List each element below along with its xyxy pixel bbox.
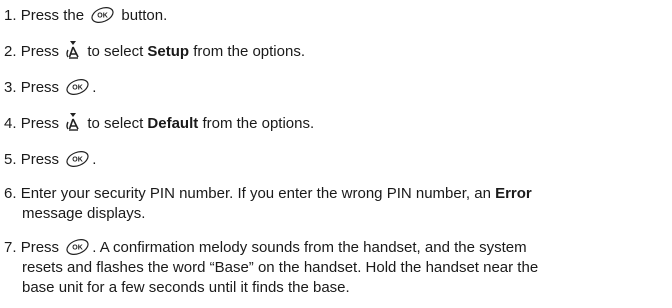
step-text: Press <box>20 79 60 96</box>
step-text: Press <box>20 43 60 60</box>
nav-down-icon <box>66 113 79 131</box>
ok-button-icon: OK <box>66 78 89 95</box>
svg-text:OK: OK <box>97 12 108 19</box>
ok-button-icon: OK <box>91 6 114 23</box>
step-text: . <box>92 79 97 96</box>
step-text: button. <box>121 7 168 24</box>
step-6: 6. Enter your security PIN number. If yo… <box>4 184 670 224</box>
step-number: 6. <box>4 185 17 202</box>
svg-text:OK: OK <box>72 156 83 163</box>
step-text: Press <box>20 151 60 168</box>
step-text: . <box>92 151 97 168</box>
step-option: Error <box>495 185 532 202</box>
ok-button-icon: OK <box>66 150 89 167</box>
nav-down-icon <box>66 41 79 59</box>
step-text: to select <box>87 43 144 60</box>
step-5: 5. Press OK . <box>4 150 670 170</box>
step-text: Enter your security PIN number. If you e… <box>20 185 491 202</box>
step-number: 3. <box>4 79 17 96</box>
step-text: from the options. <box>193 43 305 60</box>
step-number: 2. <box>4 43 17 60</box>
step-text: to select <box>87 115 144 132</box>
step-number: 1. <box>4 7 17 24</box>
step-option: Setup <box>147 43 190 60</box>
step-text: Press the <box>20 7 85 24</box>
step-text: Press <box>20 115 60 132</box>
step-text-continued: resets and flashes the word “Base” on th… <box>22 259 539 276</box>
step-number: 5. <box>4 151 17 168</box>
step-option: Default <box>147 115 199 132</box>
step-7: 7. Press OK . A confirmation melody soun… <box>4 238 670 298</box>
step-number: 4. <box>4 115 17 132</box>
step-text: from the options. <box>202 115 315 132</box>
step-2: 2. Press to select Setup from the option… <box>4 41 670 62</box>
svg-text:OK: OK <box>72 84 83 91</box>
step-number: 7. <box>4 239 17 256</box>
ok-button-icon: OK <box>66 238 89 255</box>
step-text-continued: base unit for a few seconds until it fin… <box>22 279 350 296</box>
svg-text:OK: OK <box>72 244 83 251</box>
step-text-continued: message displays. <box>22 205 146 222</box>
step-4: 4. Press to select Default from the opti… <box>4 113 670 134</box>
step-3: 3. Press OK . <box>4 78 670 98</box>
step-1: 1. Press the OK button. <box>4 6 670 26</box>
step-text: Press <box>20 239 60 256</box>
step-text: . A confirmation melody sounds from the … <box>92 239 527 256</box>
